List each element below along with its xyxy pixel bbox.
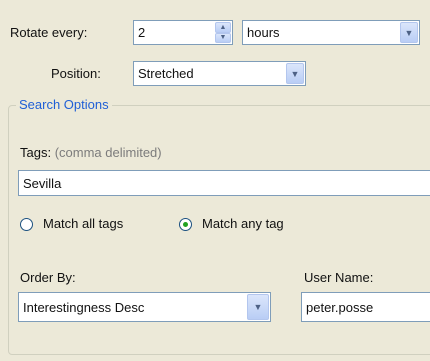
order-by-dropdown[interactable]: Interestingness Desc ▼ (18, 292, 271, 322)
order-by-label: Order By: (20, 270, 76, 285)
rotate-label: Rotate every: (10, 25, 88, 40)
user-name-label: User Name: (304, 270, 374, 285)
tags-label-text: Tags: (20, 145, 52, 160)
rotate-unit-value: hours (247, 25, 280, 40)
tags-input[interactable]: Sevilla (18, 170, 430, 196)
spin-up-icon[interactable]: ▲ (215, 22, 231, 33)
match-all-radio[interactable] (20, 218, 33, 231)
position-value: Stretched (138, 66, 194, 81)
match-any-label[interactable]: Match any tag (202, 216, 284, 231)
tags-value: Sevilla (23, 175, 62, 191)
search-options-title: Search Options (16, 97, 112, 112)
match-any-radio[interactable] (179, 218, 192, 231)
tags-hint: (comma delimited) (54, 145, 162, 160)
chevron-down-icon[interactable]: ▼ (400, 22, 418, 43)
rotate-interval-spinner[interactable]: 2 ▲ ▼ (133, 20, 233, 45)
rotate-unit-dropdown[interactable]: hours ▼ (242, 20, 420, 45)
position-label: Position: (51, 66, 101, 81)
position-dropdown[interactable]: Stretched ▼ (133, 61, 306, 86)
order-by-value: Interestingness Desc (23, 299, 145, 315)
spin-down-icon[interactable]: ▼ (215, 32, 231, 43)
rotate-interval-value: 2 (138, 25, 146, 40)
chevron-down-icon[interactable]: ▼ (247, 294, 269, 320)
user-name-value: peter.posse (306, 299, 374, 315)
tags-label: Tags: (comma delimited) (20, 145, 162, 160)
user-name-input[interactable]: peter.posse (301, 292, 430, 322)
spin-buttons[interactable]: ▲ ▼ (215, 22, 231, 43)
match-all-label[interactable]: Match all tags (43, 216, 123, 231)
chevron-down-icon[interactable]: ▼ (286, 63, 304, 84)
